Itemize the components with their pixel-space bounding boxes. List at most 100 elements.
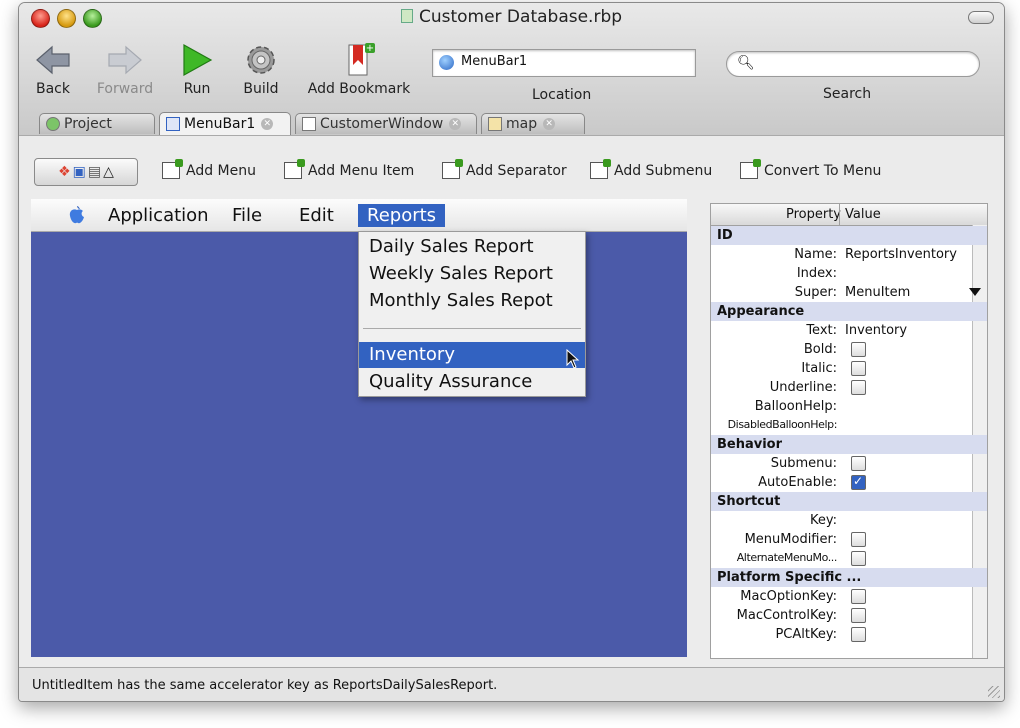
section-id: ID bbox=[711, 226, 987, 245]
prop-underline: Underline: bbox=[711, 378, 987, 397]
prop-submenu: Submenu: bbox=[711, 454, 987, 473]
add-menu-button[interactable]: Add Menu bbox=[162, 159, 256, 179]
prop-autoenable: AutoEnable: bbox=[711, 473, 987, 492]
tab-map[interactable]: map ✕ bbox=[481, 113, 585, 134]
menu-separator[interactable] bbox=[363, 328, 581, 329]
italic-checkbox[interactable] bbox=[851, 361, 866, 376]
tab-menubar1[interactable]: MenuBar1 ✕ bbox=[159, 112, 291, 135]
property-column-header[interactable]: Property bbox=[786, 207, 841, 222]
window-icon bbox=[302, 117, 316, 131]
add-separator-icon bbox=[442, 159, 463, 179]
prop-index[interactable]: Index: bbox=[711, 264, 987, 283]
properties-panel: Property Value ID Name: ReportsInventory … bbox=[710, 203, 988, 659]
menubar-icon bbox=[166, 117, 180, 131]
section-platform-specific: Platform Specific ... bbox=[711, 568, 987, 587]
add-menu-icon bbox=[162, 159, 183, 179]
run-button[interactable]: Run bbox=[179, 39, 215, 97]
submenu-checkbox[interactable] bbox=[851, 456, 866, 471]
menu-item-daily-sales-report[interactable]: Daily Sales Report bbox=[359, 234, 585, 260]
alternatemenumodifier-checkbox[interactable] bbox=[851, 551, 866, 566]
mac-classic-icon: ▤ bbox=[87, 164, 102, 180]
menubar-preview: Application File Edit Reports bbox=[31, 199, 687, 232]
forward-arrow-icon bbox=[108, 45, 142, 75]
prop-key[interactable]: Key: bbox=[711, 511, 987, 530]
document-icon bbox=[400, 9, 413, 23]
menubar-item-reports[interactable]: Reports bbox=[358, 204, 446, 227]
section-shortcut: Shortcut bbox=[711, 492, 987, 511]
underline-checkbox[interactable] bbox=[851, 380, 866, 395]
convert-to-menu-button[interactable]: Convert To Menu bbox=[740, 159, 881, 179]
prop-italic: Italic: bbox=[711, 359, 987, 378]
add-submenu-button[interactable]: Add Submenu bbox=[590, 159, 712, 179]
forward-button[interactable]: Forward bbox=[95, 39, 155, 97]
search-input[interactable]: 🔍︎ bbox=[726, 51, 980, 77]
menu-item-quality-assurance[interactable]: Quality Assurance bbox=[359, 369, 585, 395]
add-menu-item-button[interactable]: Add Menu Item bbox=[284, 159, 414, 179]
menubar-item-file[interactable]: File bbox=[223, 204, 271, 227]
section-appearance: Appearance bbox=[711, 302, 987, 321]
prop-text[interactable]: Text: Inventory bbox=[711, 321, 987, 340]
windows-icon: ❖ bbox=[58, 164, 71, 180]
globe-icon bbox=[439, 55, 454, 70]
status-message: UntitledItem has the same accelerator ke… bbox=[32, 678, 498, 693]
properties-header: Property Value bbox=[711, 204, 987, 226]
prop-maccontrolkey: MacControlKey: bbox=[711, 606, 987, 625]
editor-toolbar: ❖ ▣ ▤ △ Add Menu Add Menu Item Add Separ… bbox=[19, 135, 1004, 190]
tab-bar: Project MenuBar1 ✕ CustomerWindow ✕ map … bbox=[19, 111, 1004, 135]
section-behavior: Behavior bbox=[711, 435, 987, 454]
add-submenu-icon bbox=[590, 159, 611, 179]
mac-icon: ▣ bbox=[72, 164, 86, 180]
linux-icon: △ bbox=[103, 164, 114, 180]
location-field[interactable]: MenuBar1 bbox=[432, 49, 696, 77]
reports-dropdown: Daily Sales Report Weekly Sales Report M… bbox=[358, 231, 586, 397]
close-tab-icon[interactable]: ✕ bbox=[261, 118, 274, 130]
prop-name[interactable]: Name: ReportsInventory bbox=[711, 245, 987, 264]
search-icon: 🔍︎ bbox=[737, 55, 755, 71]
tab-project[interactable]: Project bbox=[39, 113, 155, 134]
platform-selector[interactable]: ❖ ▣ ▤ △ bbox=[34, 158, 138, 186]
prop-pcaltkey: PCAltKey: bbox=[711, 625, 987, 644]
menu-item-inventory[interactable]: Inventory bbox=[359, 342, 585, 368]
prop-balloonhelp[interactable]: BalloonHelp: bbox=[711, 397, 987, 416]
back-arrow-icon bbox=[36, 45, 70, 75]
prop-alternatemenumodifier: AlternateMenuMo... bbox=[711, 549, 987, 568]
app-window: Customer Database.rbp Back Forward Run B… bbox=[18, 2, 1005, 702]
dropdown-arrow-icon[interactable] bbox=[969, 288, 981, 296]
apple-icon[interactable] bbox=[67, 205, 87, 225]
window-title: Customer Database.rbp bbox=[19, 7, 1004, 27]
close-tab-icon[interactable]: ✕ bbox=[543, 118, 556, 130]
pcaltkey-checkbox[interactable] bbox=[851, 627, 866, 642]
prop-macoptionkey: MacOptionKey: bbox=[711, 587, 987, 606]
resize-grip-icon[interactable] bbox=[988, 686, 1000, 698]
project-icon bbox=[46, 117, 60, 131]
prop-bold: Bold: bbox=[711, 340, 987, 359]
prop-super[interactable]: Super: MenuItem bbox=[711, 283, 987, 302]
menumodifier-checkbox[interactable] bbox=[851, 532, 866, 547]
menubar-item-edit[interactable]: Edit bbox=[290, 204, 343, 227]
add-bookmark-button[interactable]: + Add Bookmark bbox=[304, 39, 414, 97]
value-column-header[interactable]: Value bbox=[845, 207, 881, 222]
titlebar: Customer Database.rbp Back Forward Run B… bbox=[19, 3, 1004, 135]
tab-customerwindow[interactable]: CustomerWindow ✕ bbox=[295, 113, 477, 134]
menu-item-weekly-sales-report[interactable]: Weekly Sales Report bbox=[359, 261, 585, 287]
maccontrolkey-checkbox[interactable] bbox=[851, 608, 866, 623]
prop-menumodifier: MenuModifier: bbox=[711, 530, 987, 549]
toolbar-toggle-button[interactable] bbox=[968, 11, 994, 24]
location-label: Location bbox=[532, 87, 592, 103]
svg-text:+: + bbox=[366, 43, 374, 54]
bookmark-icon: + bbox=[348, 43, 375, 76]
build-button[interactable]: Build bbox=[241, 39, 281, 97]
map-icon bbox=[488, 117, 502, 131]
search-label: Search bbox=[823, 86, 872, 102]
bold-checkbox[interactable] bbox=[851, 342, 866, 357]
macoptionkey-checkbox[interactable] bbox=[851, 589, 866, 604]
menu-item-monthly-sales-report[interactable]: Monthly Sales Repot bbox=[359, 288, 585, 314]
back-button[interactable]: Back bbox=[33, 39, 73, 97]
add-separator-button[interactable]: Add Separator bbox=[442, 159, 567, 179]
play-icon bbox=[183, 43, 213, 77]
autoenable-checkbox[interactable] bbox=[851, 474, 866, 490]
close-tab-icon[interactable]: ✕ bbox=[449, 118, 462, 130]
convert-to-menu-icon bbox=[740, 159, 761, 179]
menubar-item-application[interactable]: Application bbox=[99, 204, 218, 227]
prop-disabledballoonhelp[interactable]: DisabledBalloonHelp: bbox=[711, 416, 987, 435]
